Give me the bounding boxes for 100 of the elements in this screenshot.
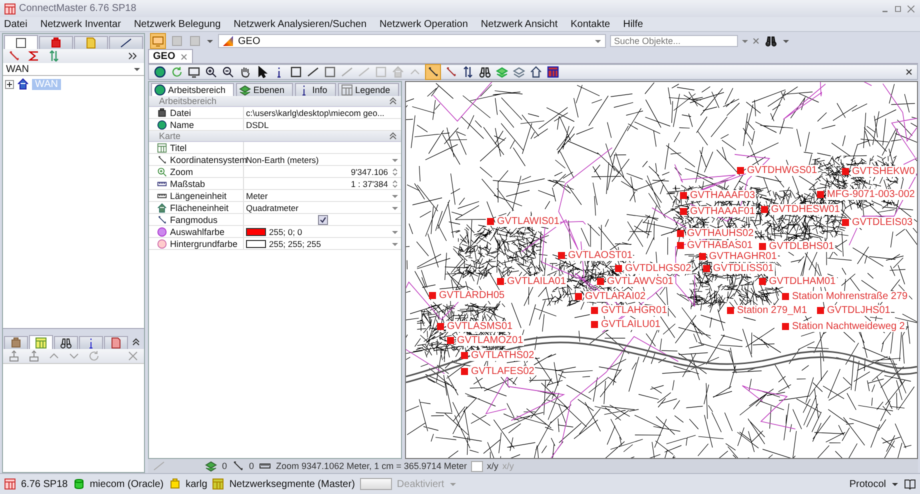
marker-icon[interactable] [447, 337, 454, 344]
app-icon [4, 2, 16, 14]
marker-icon[interactable] [615, 265, 622, 272]
marker-icon[interactable] [817, 191, 824, 198]
marker-icon[interactable] [461, 368, 468, 375]
map-label: GVTDLEIS03 [851, 217, 914, 228]
marker-icon[interactable] [761, 206, 768, 213]
section-header[interactable]: Arbeitsbereich [149, 96, 401, 107]
marker-icon[interactable] [680, 192, 687, 199]
select-icon[interactable] [289, 65, 303, 79]
marker-icon[interactable] [497, 278, 504, 285]
section-header[interactable]: Karte [149, 131, 401, 142]
list-icon [341, 84, 354, 96]
menu-item[interactable]: Netzwerk Ansicht [480, 18, 558, 30]
property-label: Längeneinheit [170, 190, 227, 200]
marker-icon[interactable] [759, 243, 766, 250]
marker-icon[interactable] [680, 208, 687, 215]
marker-icon[interactable] [437, 323, 444, 330]
menu-item[interactable]: Hilfe [623, 18, 644, 30]
marker-icon[interactable] [677, 242, 684, 249]
caret-icon[interactable] [891, 480, 899, 488]
segments-text: Netzwerksegmente (Master) [229, 478, 355, 490]
globe-icon[interactable] [153, 65, 167, 79]
marker-icon[interactable] [597, 278, 604, 285]
checkbox[interactable] [318, 214, 328, 224]
network-dropdown[interactable]: WAN [3, 63, 144, 76]
marker-icon[interactable] [591, 307, 598, 314]
marker-icon[interactable] [487, 218, 494, 225]
expand-icon[interactable] [5, 80, 14, 88]
binoculars-icon[interactable] [478, 65, 492, 79]
marker-icon[interactable] [429, 292, 436, 299]
marker-icon[interactable] [591, 321, 598, 328]
zoom-in-icon[interactable] [204, 65, 218, 79]
panel-tab[interactable] [4, 35, 38, 49]
marker-icon[interactable] [782, 293, 789, 300]
panel-tab[interactable] [79, 336, 103, 349]
property-value[interactable]: Non-Earth (meters) [246, 154, 319, 164]
property-tab[interactable]: Arbeitsbereich [151, 83, 234, 96]
close-icon[interactable] [905, 68, 913, 76]
protocol-dropdown[interactable]: Protocol [849, 478, 886, 490]
menu-item[interactable]: Netzwerk Analysieren/Suchen [234, 18, 367, 30]
map-label: Station Nachtweideweg 2 [791, 321, 906, 332]
menu-item[interactable]: Netzwerk Inventar [40, 18, 121, 30]
caret-icon[interactable] [206, 37, 214, 45]
export-icon[interactable] [27, 349, 41, 363]
measure-icon[interactable] [306, 65, 320, 79]
monitor-icon[interactable] [187, 65, 201, 79]
marker-icon[interactable] [782, 323, 789, 330]
marker-icon[interactable] [842, 219, 849, 226]
caret-icon[interactable] [782, 37, 790, 45]
map-label: GVTDLJHS01 [826, 305, 892, 316]
property-value[interactable]: Quadratmeter [246, 202, 298, 212]
property-tab[interactable]: Info [295, 83, 336, 96]
property-value: 255; 0; 0 [269, 226, 302, 236]
property-tab[interactable]: Ebenen [236, 83, 294, 96]
marker-icon[interactable] [558, 252, 565, 259]
document-tab[interactable]: GEO [148, 49, 194, 63]
marker-icon[interactable] [461, 352, 468, 359]
import-icon[interactable] [7, 349, 21, 363]
maximize-icon[interactable] [893, 4, 903, 14]
map-icon[interactable] [150, 33, 166, 49]
search-field[interactable]: Suche Objekte... [610, 35, 738, 47]
property-value[interactable]: 9'347.106 [350, 166, 388, 176]
zoom-out-icon[interactable] [221, 65, 235, 79]
map-label: GVTSHEKW0 [851, 166, 916, 177]
marker-icon[interactable] [842, 168, 849, 175]
area-icon[interactable] [323, 65, 337, 79]
menu-item[interactable]: Datei [4, 18, 28, 30]
line-icon[interactable] [357, 65, 371, 79]
book-icon[interactable] [904, 478, 916, 490]
marker-icon[interactable] [817, 307, 824, 314]
marker-icon[interactable] [699, 253, 706, 260]
marker-icon[interactable] [727, 307, 734, 314]
marker-icon[interactable] [703, 265, 710, 272]
map-dropdown[interactable]: GEO [218, 34, 606, 48]
marker-icon[interactable] [737, 167, 744, 174]
coordinate-dropdown[interactable] [470, 460, 483, 472]
marker-icon[interactable] [677, 230, 684, 237]
spinner-icon[interactable] [391, 168, 399, 176]
marker-icon[interactable] [759, 278, 766, 285]
house-icon[interactable] [391, 65, 405, 79]
marker-icon[interactable] [575, 293, 582, 300]
map-label: GVTLARDH05 [438, 290, 506, 301]
panel-tab[interactable] [54, 336, 78, 349]
bars-icon[interactable] [546, 65, 560, 79]
map-label: GVTDHESW01 [770, 204, 841, 215]
map-label: GVTLAILU01 [600, 319, 662, 330]
sync-icon[interactable] [47, 49, 61, 63]
property-value[interactable]: Meter [246, 190, 268, 200]
property-value[interactable]: 1 : 37'384 [350, 178, 388, 188]
clear-icon[interactable] [752, 37, 760, 45]
menu-item[interactable]: Netzwerk Belegung [134, 18, 221, 30]
binoculars-icon[interactable] [764, 34, 778, 48]
sigma-icon[interactable] [27, 49, 41, 63]
menu-item[interactable]: Netzwerk Operation [380, 18, 468, 30]
panel-tab[interactable] [109, 36, 143, 49]
menu-item[interactable]: Kontakte [570, 18, 610, 30]
spinner-icon[interactable] [391, 180, 399, 188]
property-tab[interactable]: Legende [338, 83, 399, 96]
empty-field [360, 478, 392, 490]
